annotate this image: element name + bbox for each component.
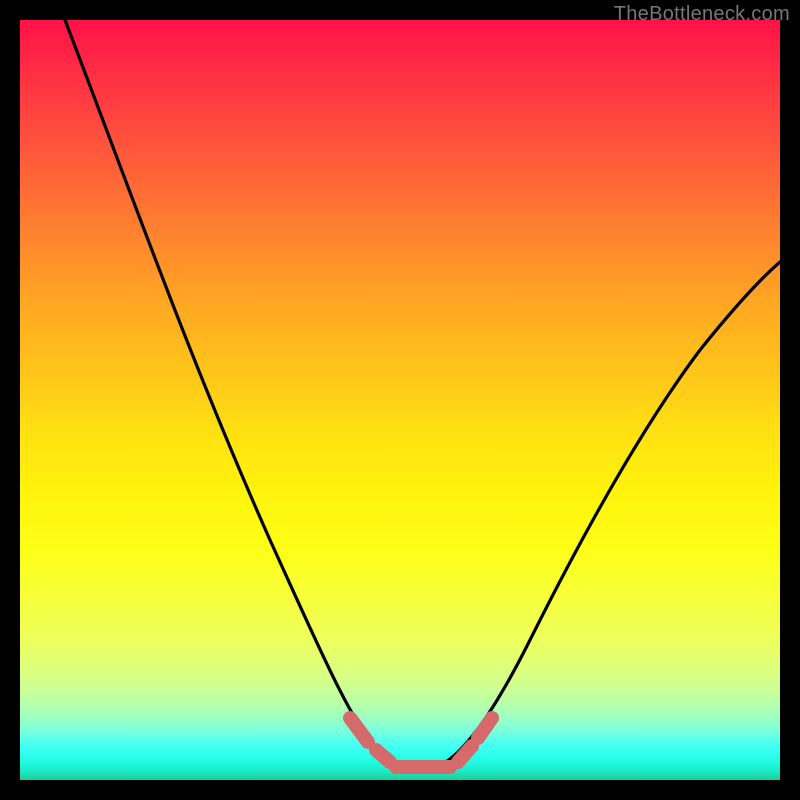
plot-area: [20, 20, 780, 780]
bottleneck-curve: [65, 20, 780, 772]
watermark-text: TheBottleneck.com: [614, 3, 790, 26]
curve-layer: [20, 20, 780, 780]
chart-frame: TheBottleneck.com: [0, 0, 800, 800]
valley-marker: [350, 718, 492, 767]
